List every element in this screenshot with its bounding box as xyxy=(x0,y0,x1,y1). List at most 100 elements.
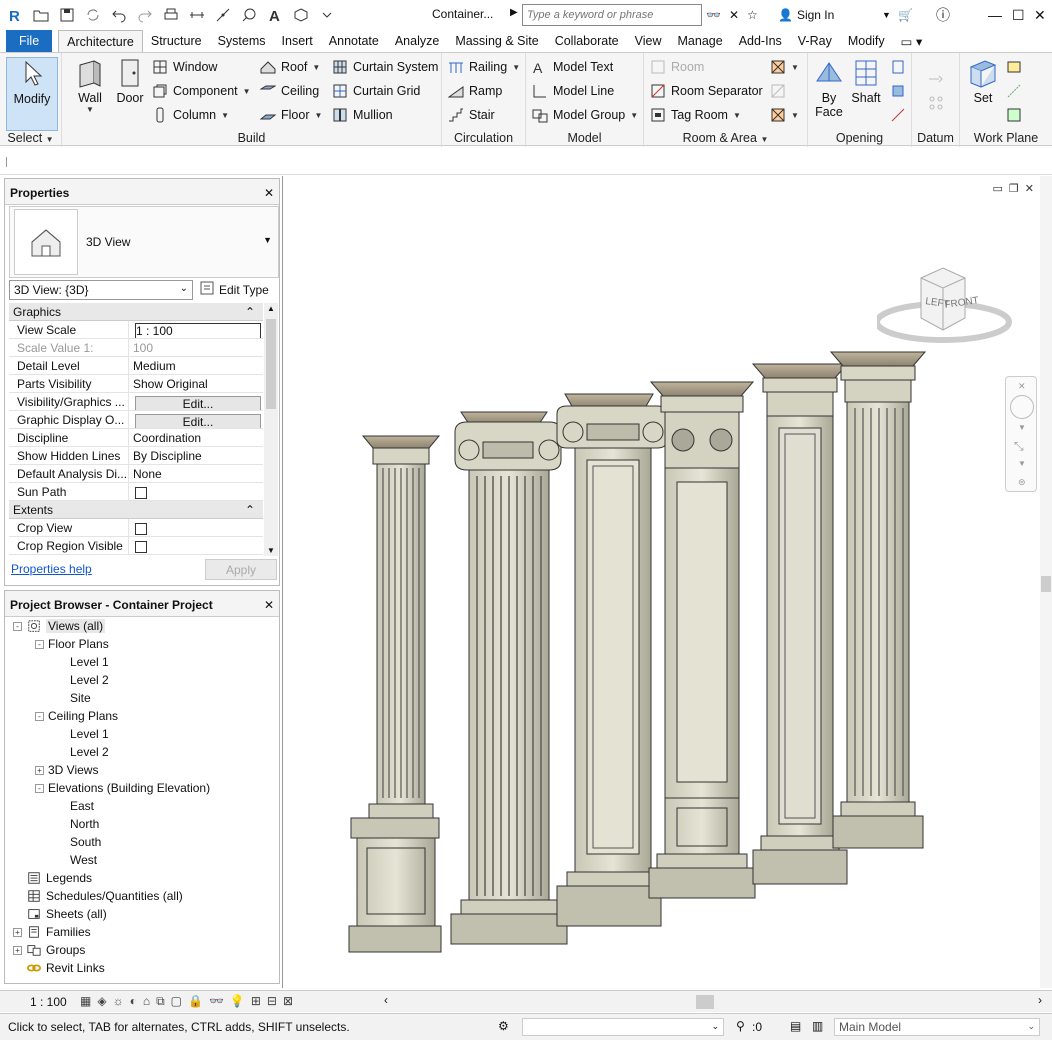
browser-node[interactable]: North xyxy=(57,815,99,833)
zoom-dropdown-icon[interactable]: ▼ xyxy=(1018,459,1026,468)
property-group-header[interactable]: Extents ⌃ xyxy=(9,501,263,519)
property-checkbox[interactable] xyxy=(135,523,147,535)
level-button[interactable] xyxy=(928,69,944,89)
tab-massing-site[interactable]: Massing & Site xyxy=(447,30,546,52)
type-selector[interactable]: 3D View ▼ xyxy=(9,206,279,278)
browser-node[interactable]: + Groups xyxy=(13,941,85,959)
browser-node[interactable]: Level 2 xyxy=(57,671,109,689)
view-vertical-scroll-thumb[interactable] xyxy=(1041,576,1051,592)
navbar-close-icon[interactable]: ✕ xyxy=(1018,381,1026,392)
open-icon[interactable] xyxy=(30,4,52,26)
type-dropdown-icon[interactable]: ▼ xyxy=(263,235,272,245)
model-line-button[interactable]: Model Line xyxy=(532,81,614,101)
shaft-button[interactable]: Shaft xyxy=(848,57,884,105)
tab-structure[interactable]: Structure xyxy=(143,30,210,52)
model-group-button[interactable]: Model Group ▼ xyxy=(532,105,638,125)
browser-node[interactable]: - Views (all) xyxy=(13,617,106,635)
window-button[interactable]: Window xyxy=(152,57,217,77)
edit-button[interactable]: Edit... xyxy=(135,414,261,428)
roof-button[interactable]: Roof ▼ xyxy=(260,57,320,77)
edit-button[interactable]: Edit... xyxy=(135,396,261,410)
set-work-plane-button[interactable]: Set xyxy=(966,57,1000,105)
revit-logo-icon[interactable]: R xyxy=(4,4,26,26)
tab-modify[interactable]: Modify xyxy=(840,30,893,52)
column-button[interactable]: Column ▼ xyxy=(152,105,229,125)
browser-node[interactable]: Sheets (all) xyxy=(13,905,107,923)
stair-button[interactable]: Stair xyxy=(448,105,495,125)
column-4[interactable] xyxy=(648,381,756,899)
scroll-left-icon[interactable]: ‹ xyxy=(384,993,388,1007)
by-face-button[interactable]: By Face xyxy=(812,57,846,119)
browser-node[interactable]: - Elevations (Building Elevation) xyxy=(35,779,210,797)
curtain-system-button[interactable]: Curtain System xyxy=(332,57,438,77)
tag-icon[interactable] xyxy=(238,4,260,26)
tab-collaborate[interactable]: Collaborate xyxy=(547,30,627,52)
show-work-plane-button[interactable] xyxy=(1006,57,1022,77)
column-5[interactable] xyxy=(751,363,849,885)
browser-node[interactable]: Site xyxy=(57,689,91,707)
property-value[interactable]: 1 : 100 xyxy=(129,321,263,338)
tab-v-ray[interactable]: V-Ray xyxy=(790,30,840,52)
browser-node[interactable]: +3D Views xyxy=(35,761,98,779)
reveal-hidden-icon[interactable]: 💡 xyxy=(230,994,245,1009)
collapse-node-icon[interactable]: - xyxy=(35,639,44,649)
property-value[interactable]: Show Original xyxy=(129,375,263,392)
design-options-icon[interactable]: ▤ xyxy=(790,1019,801,1033)
search-input[interactable] xyxy=(522,4,702,26)
railing-button[interactable]: Railing ▼ xyxy=(448,57,520,77)
worksets-icon[interactable]: ⚙ xyxy=(498,1019,509,1033)
wheel-dropdown-icon[interactable]: ▼ xyxy=(1018,423,1026,432)
select-panel-label[interactable]: Select ▼ xyxy=(0,131,61,145)
highlight-displacement-icon[interactable]: ⊟ xyxy=(267,994,277,1009)
property-value[interactable]: None xyxy=(129,465,263,482)
communication-center-icon[interactable]: ✕ xyxy=(729,8,739,22)
property-value[interactable]: By Discipline xyxy=(129,447,263,464)
scroll-down-icon[interactable]: ▼ xyxy=(267,546,275,555)
properties-scrollbar[interactable]: ▲ ▼ xyxy=(264,303,278,556)
dormer-button[interactable] xyxy=(890,105,906,125)
wall-opening-button[interactable] xyxy=(890,57,906,77)
model-text-button[interactable]: A Model Text xyxy=(532,57,613,77)
navbar-options-icon[interactable]: ⊜ xyxy=(1018,477,1026,488)
browser-node[interactable]: Level 1 xyxy=(57,653,109,671)
filter-icon[interactable]: ⚲ xyxy=(736,1019,745,1033)
text-icon[interactable]: A xyxy=(264,4,286,26)
browser-node[interactable]: Level 1 xyxy=(57,725,109,743)
tag-area-button[interactable]: ▼ xyxy=(770,105,799,125)
curtain-grid-button[interactable]: Curtain Grid xyxy=(332,81,420,101)
tab-manage[interactable]: Manage xyxy=(670,30,731,52)
property-value-text[interactable]: 1 : 100 xyxy=(135,323,261,338)
area-button[interactable]: ▼ xyxy=(770,57,799,77)
tab-insert[interactable]: Insert xyxy=(274,30,321,52)
property-value[interactable]: Coordination xyxy=(129,429,263,446)
sign-in-button[interactable]: 👤 Sign In xyxy=(778,4,834,26)
browser-node[interactable]: East xyxy=(57,797,94,815)
sync-icon[interactable] xyxy=(82,4,104,26)
property-group-header[interactable]: Graphics ⌃ xyxy=(9,303,263,321)
tab-annotate[interactable]: Annotate xyxy=(321,30,387,52)
title-expand-icon[interactable]: ▶ xyxy=(510,7,518,18)
collapse-group-icon[interactable]: ⌃ xyxy=(245,305,255,320)
tab-add-ins[interactable]: Add-Ins xyxy=(731,30,790,52)
room-area-panel-label[interactable]: Room & Area ▼ xyxy=(644,131,807,145)
measure-icon[interactable] xyxy=(186,4,208,26)
lock-3d-view-icon[interactable]: 🔒 xyxy=(188,994,203,1009)
properties-help-link[interactable]: Properties help xyxy=(11,562,92,576)
save-icon[interactable] xyxy=(56,4,78,26)
room-button[interactable]: Room xyxy=(650,57,704,77)
view-horizontal-scroll-thumb[interactable] xyxy=(696,995,714,1009)
cart-icon[interactable]: 🛒 xyxy=(898,4,913,26)
visual-style-icon[interactable]: ◈ xyxy=(97,994,106,1009)
tab-view[interactable]: View xyxy=(627,30,670,52)
browser-node[interactable]: South xyxy=(57,833,101,851)
browser-node[interactable]: + Families xyxy=(13,923,91,941)
favorites-icon[interactable]: ☆ xyxy=(747,8,758,22)
properties-scroll-thumb[interactable] xyxy=(266,319,276,409)
column-models[interactable] xyxy=(343,336,1003,976)
property-value[interactable]: Edit... xyxy=(129,393,263,410)
property-checkbox[interactable] xyxy=(135,541,147,553)
editing-requests-icon[interactable]: ▥ xyxy=(812,1019,823,1033)
viewer-button[interactable] xyxy=(1006,105,1022,125)
view-minimize-icon[interactable]: ▭ xyxy=(993,182,1003,195)
print-icon[interactable] xyxy=(160,4,182,26)
